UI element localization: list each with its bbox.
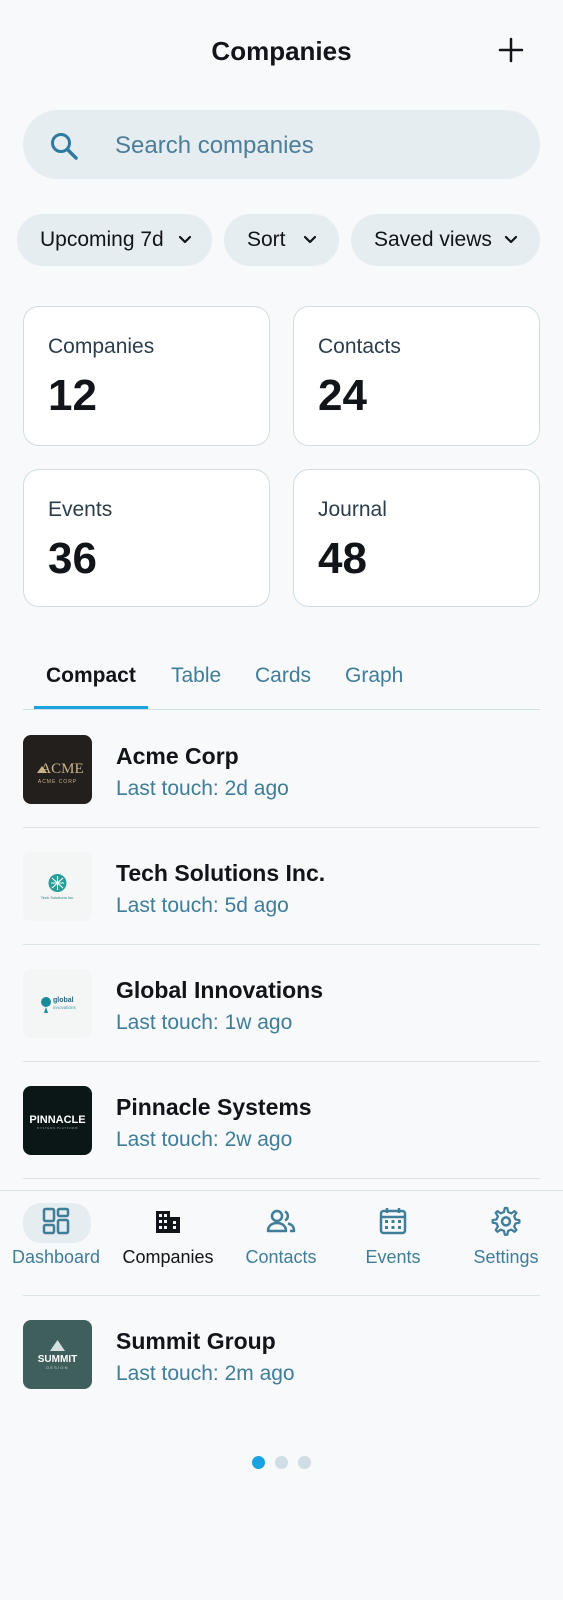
company-logo: Tech Solutions Inc. (23, 852, 92, 921)
tab-table[interactable]: Table (171, 664, 221, 688)
add-company-button[interactable] (497, 36, 525, 64)
company-row-pinnacle[interactable]: PINNACLE SYSTEMS PLATFORM Pinnacle Syste… (23, 1062, 540, 1179)
page-dot-3[interactable] (298, 1456, 311, 1469)
stat-label: Journal (318, 498, 387, 521)
stat-value: 36 (48, 534, 97, 583)
chevron-down-icon (504, 235, 518, 244)
view-tabs: Compact Table Cards Graph (23, 640, 540, 710)
stat-card-companies[interactable]: Companies 12 (23, 306, 270, 446)
logo-text: global (53, 997, 74, 1004)
company-name: Tech Solutions Inc. (116, 860, 326, 886)
tab-graph[interactable]: Graph (345, 664, 403, 688)
nav-settings[interactable]: Settings (450, 1191, 562, 1278)
company-name: Pinnacle Systems (116, 1094, 312, 1120)
nav-label: Contacts (245, 1247, 317, 1267)
gear-icon (491, 1206, 521, 1236)
company-name: Global Innovations (116, 977, 324, 1003)
company-row-acme[interactable]: ACME ACME CORP Acme Corp Last touch: 2d … (23, 711, 540, 828)
stat-card-events[interactable]: Events 36 (23, 469, 270, 607)
nav-companies[interactable]: Companies (112, 1191, 224, 1278)
tab-cards[interactable]: Cards (255, 664, 311, 688)
company-logo: ACME ACME CORP (23, 735, 92, 804)
last-touch: Last touch: 2w ago (116, 1128, 293, 1151)
nav-label: Settings (473, 1247, 539, 1267)
bottom-navigation: Dashboard Companies Contacts Events Sett… (0, 1190, 563, 1277)
company-logo: global innovations (23, 969, 92, 1038)
filter-upcoming-chip[interactable]: Upcoming 7d (17, 214, 212, 266)
page-dot-2[interactable] (275, 1456, 288, 1469)
logo-subtext: ACME CORP (38, 779, 77, 785)
nav-contacts[interactable]: Contacts (225, 1191, 337, 1278)
search-input[interactable]: Search companies (23, 110, 540, 179)
building-icon (156, 1211, 180, 1233)
pagination-dots (252, 1456, 312, 1470)
last-touch: Last touch: 1w ago (116, 1011, 293, 1034)
stat-label: Events (48, 498, 113, 521)
chevron-down-icon (178, 235, 192, 244)
people-icon (266, 1209, 296, 1233)
last-touch: Last touch: 2d ago (116, 777, 289, 800)
chevron-down-icon (303, 235, 317, 244)
tab-compact[interactable]: Compact (46, 664, 136, 688)
stat-card-contacts[interactable]: Contacts 24 (293, 306, 540, 446)
logo-text: SUMMIT (38, 1354, 77, 1365)
nav-label: Dashboard (11, 1247, 101, 1267)
company-name: Summit Group (116, 1328, 276, 1354)
stat-value: 48 (318, 534, 367, 583)
plus-icon (498, 37, 524, 63)
nav-label: Companies (122, 1247, 214, 1267)
company-logo: PINNACLE SYSTEMS PLATFORM (23, 1086, 92, 1155)
stat-card-journal[interactable]: Journal 48 (293, 469, 540, 607)
stat-label: Companies (48, 335, 155, 358)
chip-label: Sort (247, 228, 286, 251)
saved-views-chip[interactable]: Saved views (351, 214, 540, 266)
active-tab-indicator (34, 706, 148, 709)
logo-subtext: innovations (53, 1005, 77, 1010)
sort-chip[interactable]: Sort (224, 214, 339, 266)
company-row-tech-solutions[interactable]: Tech Solutions Inc. Tech Solutions Inc. … (23, 828, 540, 945)
search-placeholder: Search companies (115, 132, 314, 159)
last-touch: Last touch: 2m ago (116, 1362, 295, 1385)
stat-value: 24 (318, 371, 367, 420)
logo-text: ACME (40, 761, 83, 777)
company-name: Acme Corp (116, 743, 239, 769)
logo-subtext: DESIGN (46, 1365, 69, 1370)
app-header: Companies (0, 0, 563, 104)
stat-label: Contacts (318, 335, 401, 358)
search-icon (51, 133, 78, 160)
nav-events[interactable]: Events (337, 1191, 449, 1278)
logo-subtext: SYSTEMS PLATFORM (37, 1126, 78, 1130)
nav-dashboard[interactable]: Dashboard (0, 1191, 112, 1278)
last-touch: Last touch: 5d ago (116, 894, 289, 917)
logo-text: Tech Solutions Inc. (41, 895, 75, 900)
company-logo: SUMMIT DESIGN (23, 1320, 92, 1389)
nav-label: Events (365, 1247, 421, 1267)
calendar-icon (379, 1208, 407, 1235)
page-dot-1[interactable] (252, 1456, 265, 1469)
chip-label: Upcoming 7d (40, 228, 164, 251)
page-title: Companies (211, 36, 352, 66)
chip-label: Saved views (374, 228, 492, 251)
company-row-global-innovations[interactable]: global innovations Global Innovations La… (23, 945, 540, 1062)
stat-value: 12 (48, 371, 97, 420)
dashboard-icon (42, 1207, 70, 1235)
company-row-summit[interactable]: SUMMIT DESIGN Summit Group Last touch: 2… (23, 1296, 540, 1413)
logo-text: PINNACLE (29, 1114, 85, 1126)
